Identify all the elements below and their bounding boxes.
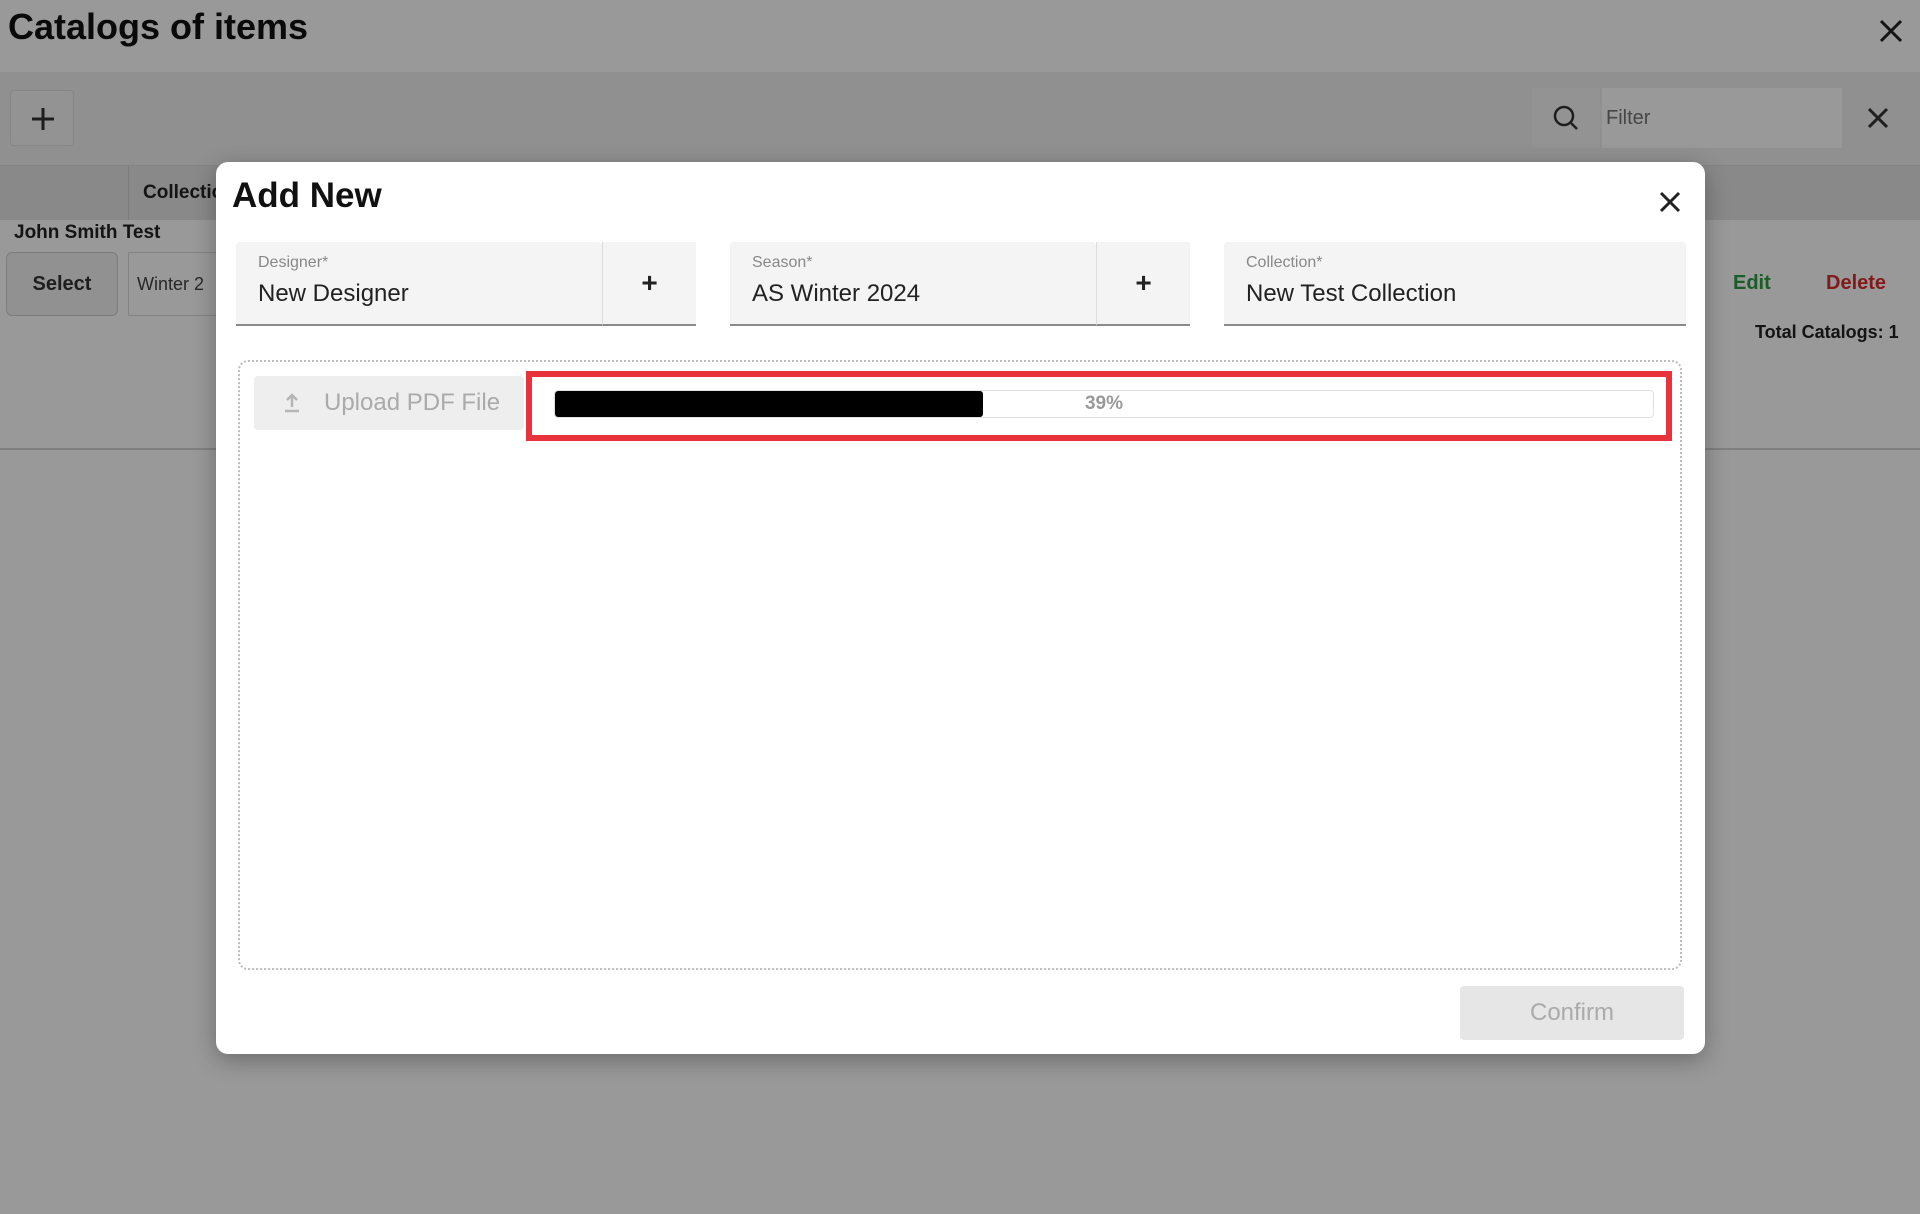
season-field[interactable]: Season* AS Winter 2024 xyxy=(730,242,1096,326)
add-season-button[interactable]: + xyxy=(1096,242,1190,326)
collection-field[interactable]: Collection* New Test Collection xyxy=(1224,242,1686,326)
designer-value: New Designer xyxy=(258,280,409,307)
upload-label: Upload PDF File xyxy=(324,389,501,416)
designer-field[interactable]: Designer* New Designer xyxy=(236,242,602,326)
dialog-title: Add New xyxy=(232,176,382,215)
upload-dropzone[interactable]: Upload PDF File xyxy=(238,360,1682,970)
upload-icon xyxy=(285,393,299,413)
upload-progress-bar: 39% xyxy=(554,390,1654,418)
confirm-button[interactable]: Confirm xyxy=(1460,986,1684,1040)
add-new-dialog: Add New Designer* New Designer + Season*… xyxy=(216,162,1705,1054)
upload-pdf-button[interactable]: Upload PDF File xyxy=(254,376,524,430)
collection-value: New Test Collection xyxy=(1246,280,1457,307)
collection-label: Collection* xyxy=(1246,254,1323,271)
season-value: AS Winter 2024 xyxy=(752,280,921,307)
close-icon[interactable] xyxy=(1654,186,1686,218)
add-designer-button[interactable]: + xyxy=(602,242,696,326)
progress-percent: 39% xyxy=(1084,393,1124,414)
season-label: Season* xyxy=(752,254,813,271)
designer-label: Designer* xyxy=(258,254,329,271)
